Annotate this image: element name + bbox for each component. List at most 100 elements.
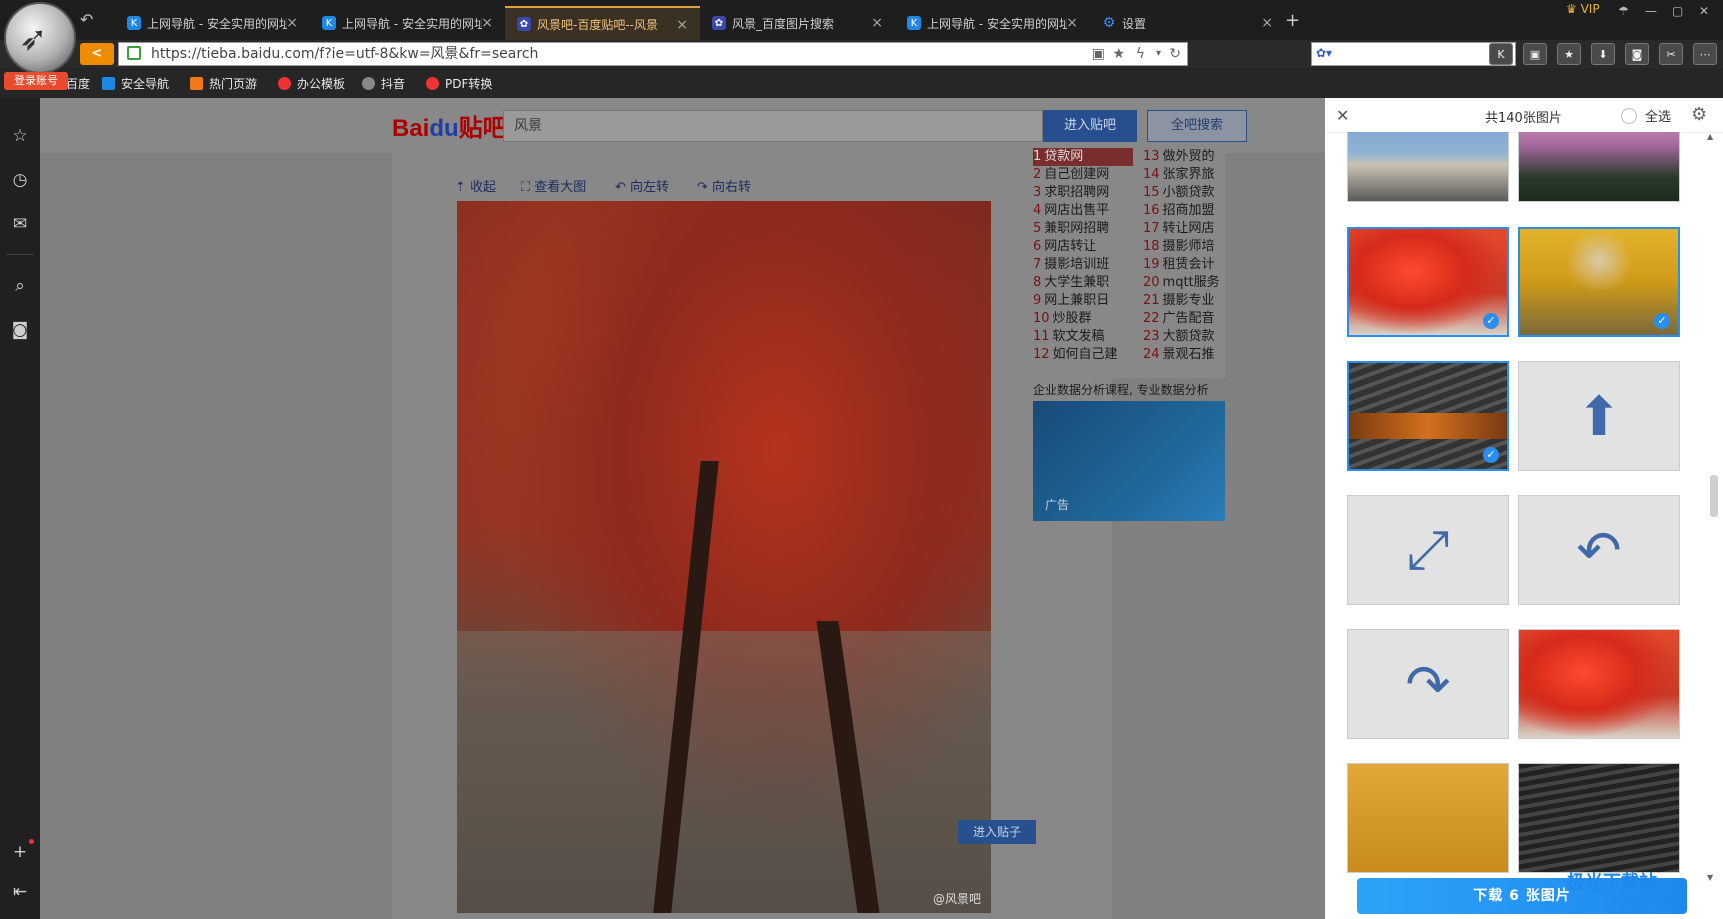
scroll-down-icon[interactable]: ▼ bbox=[1707, 873, 1713, 882]
collapse-image-button[interactable]: ⇡ 收起 bbox=[455, 176, 496, 195]
maximize-button[interactable]: ▢ bbox=[1672, 4, 1683, 18]
bookmark-safe-nav[interactable]: 安全导航 bbox=[102, 75, 169, 92]
ranking-item[interactable]: 16 招商加盟 bbox=[1143, 202, 1225, 220]
lightning-icon[interactable]: ϟ bbox=[1136, 43, 1145, 65]
ad-banner[interactable]: 广告 bbox=[1033, 401, 1225, 521]
scissors-icon[interactable]: ✂ bbox=[1659, 43, 1683, 65]
ranking-item[interactable]: 17 转让网店 bbox=[1143, 220, 1225, 238]
mailbox-icon[interactable]: ✉ bbox=[10, 214, 30, 234]
image-icon[interactable]: ▣ bbox=[1092, 43, 1105, 65]
image-thumbnail[interactable] bbox=[1518, 629, 1680, 739]
ranking-item[interactable]: 20 mqtt服务 bbox=[1143, 274, 1225, 292]
ranking-item[interactable]: 19 租赁会计 bbox=[1143, 256, 1225, 274]
ranking-item[interactable]: 10 炒股群 bbox=[1033, 310, 1133, 328]
ranking-item[interactable]: 21 摄影专业 bbox=[1143, 292, 1225, 310]
thumbnail-upload-icon[interactable]: ⬆ bbox=[1518, 361, 1680, 471]
all-bar-search-button[interactable]: 全吧搜索 bbox=[1147, 110, 1247, 142]
ranking-item[interactable]: 3 求职招聘网 bbox=[1033, 184, 1133, 202]
k-icon[interactable]: K bbox=[1489, 43, 1513, 65]
search-input[interactable]: ✿▾ ⌕ bbox=[1311, 42, 1516, 66]
add-icon[interactable]: + bbox=[10, 842, 30, 862]
download-icon[interactable]: ⬇ bbox=[1591, 43, 1615, 65]
ranking-item[interactable]: 24 景观石推 bbox=[1143, 346, 1225, 364]
close-icon[interactable]: × bbox=[871, 15, 883, 31]
bookmark-douyin[interactable]: 抖音 bbox=[362, 75, 405, 92]
close-icon[interactable]: × bbox=[1261, 15, 1273, 31]
tab-0[interactable]: K 上网导航 - 安全实用的网址导航 × bbox=[115, 6, 310, 40]
more-icon[interactable]: ⋯ bbox=[1693, 43, 1717, 65]
gamepad-icon[interactable]: ◙ bbox=[1625, 43, 1649, 65]
ranking-item[interactable]: 9 网上兼职日 bbox=[1033, 292, 1133, 310]
undo-close-tab-icon[interactable]: ↶ bbox=[80, 10, 93, 29]
tab-1[interactable]: K 上网导航 - 安全实用的网址导航 × bbox=[310, 6, 505, 40]
gear-icon[interactable]: ⚙ bbox=[1691, 104, 1707, 125]
browser-logo[interactable]: ➶ bbox=[4, 2, 76, 74]
address-bar[interactable]: https://tieba.baidu.com/f?ie=utf-8&kw=风景… bbox=[118, 42, 1188, 66]
tab-2[interactable]: ✿ 风景吧-百度贴吧--风景 × bbox=[505, 6, 700, 40]
select-all-checkbox[interactable]: 全选 bbox=[1621, 106, 1671, 125]
ranking-item[interactable]: 6 网店转让 bbox=[1033, 238, 1133, 256]
chevron-down-icon[interactable]: ▾ bbox=[1156, 43, 1161, 65]
collapse-sidebar-icon[interactable]: ⇤ bbox=[10, 882, 30, 902]
search-icon[interactable]: ⌕ bbox=[10, 276, 30, 296]
ranking-item[interactable]: 7 摄影培训班 bbox=[1033, 256, 1133, 274]
tab-3[interactable]: ✿ 风景_百度图片搜索 × bbox=[700, 6, 895, 40]
star-icon[interactable]: ★ bbox=[1557, 43, 1581, 65]
login-button[interactable]: 登录账号 bbox=[4, 72, 68, 90]
refresh-icon[interactable]: ↻ bbox=[1169, 43, 1181, 65]
ranking-item[interactable]: 12 如何自己建 bbox=[1033, 346, 1133, 364]
ranking-item[interactable]: 23 大额贷款 bbox=[1143, 328, 1225, 346]
close-icon[interactable]: ✕ bbox=[1336, 106, 1349, 125]
close-icon[interactable]: × bbox=[676, 17, 688, 33]
rotate-left-button[interactable]: ↶ 向左转 bbox=[615, 176, 669, 195]
ranking-item[interactable]: 11 软文发稿 bbox=[1033, 328, 1133, 346]
lock-icon[interactable]: ▣ bbox=[1523, 43, 1547, 65]
skin-icon[interactable]: ☂ bbox=[1618, 4, 1629, 18]
ranking-item[interactable]: 22 广告配音 bbox=[1143, 310, 1225, 328]
vip-badge[interactable]: ♛ VIP bbox=[1566, 2, 1600, 16]
image-thumbnail[interactable]: ✓ bbox=[1347, 361, 1509, 471]
thumbnail-redo-icon[interactable]: ↷ bbox=[1347, 629, 1509, 739]
ranking-item[interactable]: 13 做外贸的 bbox=[1143, 148, 1225, 166]
bookmark-office-templates[interactable]: 办公模板 bbox=[278, 75, 345, 92]
back-button[interactable]: < bbox=[80, 43, 114, 65]
ranking-item[interactable]: 4 网店出售平 bbox=[1033, 202, 1133, 220]
tieba-search-input[interactable]: 风景 bbox=[503, 110, 1043, 142]
image-thumbnail[interactable] bbox=[1518, 763, 1680, 873]
ranking-item[interactable]: 8 大学生兼职 bbox=[1033, 274, 1133, 292]
close-icon[interactable]: × bbox=[481, 15, 493, 31]
image-thumbnail[interactable] bbox=[1518, 132, 1680, 202]
image-thumbnail[interactable] bbox=[1347, 763, 1509, 873]
enter-bar-button[interactable]: 进入贴吧 bbox=[1043, 110, 1137, 142]
post-photo[interactable]: @风景吧 bbox=[457, 201, 991, 913]
enter-post-button[interactable]: 进入贴子 bbox=[958, 820, 1036, 844]
ranking-item[interactable]: 18 摄影师培 bbox=[1143, 238, 1225, 256]
image-thumbnail[interactable]: ✓ bbox=[1518, 227, 1680, 337]
scroll-thumb[interactable] bbox=[1710, 475, 1718, 517]
rotate-right-button[interactable]: ↷ 向右转 bbox=[697, 176, 751, 195]
bookmark-pdf[interactable]: PDF转换 bbox=[426, 75, 492, 92]
window-close-button[interactable]: ✕ bbox=[1699, 4, 1709, 18]
scroll-up-icon[interactable]: ▲ bbox=[1707, 132, 1713, 141]
tab-4[interactable]: K 上网导航 - 安全实用的网址导航 × bbox=[895, 6, 1090, 40]
image-thumbnail[interactable]: ✓ bbox=[1347, 227, 1509, 337]
ranking-item[interactable]: 15 小额贷款 bbox=[1143, 184, 1225, 202]
ranking-item[interactable]: 1 贷款网 bbox=[1033, 148, 1133, 166]
ranking-item[interactable]: 5 兼职网招聘 bbox=[1033, 220, 1133, 238]
bookmark-hot-games[interactable]: 热门页游 bbox=[190, 75, 257, 92]
bookmark-baidu[interactable]: 百度 bbox=[66, 75, 90, 92]
close-icon[interactable]: × bbox=[286, 15, 298, 31]
thumbnail-undo-icon[interactable]: ↶ bbox=[1518, 495, 1680, 605]
minimize-button[interactable]: — bbox=[1645, 4, 1657, 18]
history-icon[interactable]: ◷ bbox=[10, 170, 30, 190]
star-icon[interactable]: ★ bbox=[1112, 43, 1125, 65]
close-icon[interactable]: × bbox=[1066, 15, 1078, 31]
ad-text[interactable]: 企业数据分析课程, 专业数据分析 bbox=[1033, 381, 1225, 398]
new-tab-button[interactable]: + bbox=[1285, 10, 1300, 31]
ranking-item[interactable]: 14 张家界旅 bbox=[1143, 166, 1225, 184]
ranking-item[interactable]: 2 自己创建网 bbox=[1033, 166, 1133, 184]
thumbnail-expand-icon[interactable]: ⤢ bbox=[1347, 495, 1509, 605]
view-large-image-button[interactable]: ⛶ 查看大图 bbox=[521, 176, 586, 195]
gamepad-icon[interactable]: ◙ bbox=[10, 320, 30, 340]
image-thumbnail[interactable] bbox=[1347, 132, 1509, 202]
